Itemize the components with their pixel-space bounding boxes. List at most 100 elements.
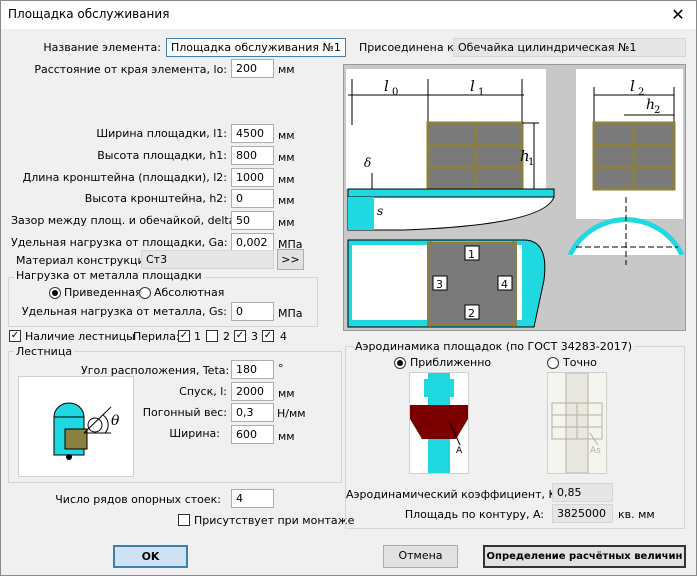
attached-label: Присоединена к: (359, 41, 458, 54)
exact-radio[interactable] (547, 357, 559, 369)
gs-unit: МПа (278, 307, 303, 320)
platform-diagram: l 0 l 1 h 1 δ s 1 2 3 4 l 2 h 2 (343, 64, 686, 331)
exact-preview: As (547, 372, 607, 474)
param-input[interactable]: 1000 (231, 168, 274, 187)
weight-label: Погонный вес: (142, 406, 227, 419)
l0-text: l (384, 77, 389, 95)
railing-1-label: 1 (194, 330, 201, 343)
approx-preview-drawing: A (410, 373, 468, 473)
param-input[interactable]: 0 (231, 189, 274, 208)
attached-field: Обечайка цилиндрическая №1 (453, 38, 686, 57)
railing-3-checkbox[interactable]: ✓ (234, 330, 246, 342)
title-bar: Площадка обслуживания ✕ (1, 1, 696, 29)
param-label: Удельная нагрузка от площадки, Ga: (11, 236, 228, 249)
ladder-preview: θ (18, 376, 134, 477)
angle-unit: ° (278, 362, 284, 375)
angle-input[interactable]: 180 (231, 360, 274, 379)
distance-unit: мм (278, 63, 295, 76)
cancel-button[interactable]: Отмена (383, 545, 458, 568)
railing-4-checkbox[interactable]: ✓ (262, 330, 274, 342)
railing-1-checkbox[interactable]: ✓ (178, 330, 190, 342)
param-input[interactable]: 50 (231, 211, 274, 230)
n3-text: 3 (436, 278, 443, 291)
param-label: Ширина площадки, l1: (96, 127, 227, 140)
param-input[interactable]: 800 (231, 146, 274, 165)
approx-a-label: A (456, 446, 463, 456)
material-label: Материал конструкций: (16, 254, 156, 267)
exact-label: Точно (563, 356, 597, 369)
param-label: Высота кронштейна, h2: (84, 192, 227, 205)
area-unit: кв. мм (618, 508, 655, 521)
param-unit: мм (278, 129, 295, 142)
exact-as-label: As (590, 446, 601, 456)
window-title: Площадка обслуживания (8, 7, 170, 21)
calc-values-button[interactable]: Определение расчётных величин (483, 545, 686, 568)
ladder-group-title: Лестница (14, 345, 75, 358)
param-label: Длина кронштейна (площадки), l2: (22, 171, 227, 184)
h1-sub: 1 (528, 157, 534, 168)
param-unit: мм (278, 151, 295, 164)
param-unit: мм (278, 216, 295, 229)
close-icon[interactable]: ✕ (663, 3, 693, 27)
param-label: Высота площадки, h1: (97, 149, 227, 162)
reduced-label: Приведенная (64, 286, 142, 299)
n4-text: 4 (501, 278, 508, 291)
absolute-radio[interactable] (139, 287, 151, 299)
param-unit: мм (278, 173, 295, 186)
area-label: Площадь по контуру, A: (404, 508, 544, 521)
ladder-preview-drawing: θ (53, 402, 120, 460)
param-unit: мм (278, 194, 295, 207)
material-select-button[interactable]: >> (277, 249, 304, 270)
support-rows-label: Число рядов опорных стоек: (55, 493, 221, 506)
mount-checkbox[interactable] (178, 514, 190, 526)
h2-sub: 2 (654, 105, 660, 116)
railing-2-label: 2 (223, 330, 230, 343)
railing-4-label: 4 (280, 330, 287, 343)
n2-text: 2 (468, 307, 475, 320)
distance-label: Расстояние от края элемента, lo: (34, 63, 227, 76)
railing-2-checkbox[interactable] (206, 330, 218, 342)
width-input[interactable]: 600 (231, 425, 274, 444)
element-name-input[interactable]: Площадка обслуживания №1 (166, 38, 346, 57)
descent-label: Спуск, l: (179, 385, 227, 398)
s-text: s (377, 204, 383, 218)
descent-unit: мм (278, 387, 295, 400)
platform-diagram-drawing: l 0 l 1 h 1 δ s 1 2 3 4 l 2 h 2 (344, 65, 685, 330)
l2-text: l (630, 77, 635, 95)
absolute-label: Абсолютная (154, 286, 225, 299)
l2-sub: 2 (638, 87, 644, 98)
l1-text: l (470, 77, 475, 95)
element-name-label: Название элемента: (43, 41, 161, 54)
weight-unit: Н/мм (277, 407, 306, 420)
reduced-radio[interactable] (49, 287, 61, 299)
k-field: 0,85 (552, 483, 613, 502)
railing-3-label: 3 (251, 330, 258, 343)
metal-load-title: Нагрузка от металла площадки (14, 269, 204, 282)
gs-label: Удельная нагрузка от металла, Gs: (21, 305, 227, 318)
k-label: Аэродинамический коэффициент, K: (346, 488, 560, 501)
aero-group (345, 346, 685, 529)
dialog-window: Площадка обслуживания ✕ Название элемент… (0, 0, 697, 576)
approx-radio[interactable] (394, 357, 406, 369)
approx-preview: A (409, 372, 469, 474)
material-field: Ст3 (141, 250, 274, 269)
weight-input[interactable]: 0,3 (231, 403, 274, 422)
ok-button[interactable]: OK (113, 545, 188, 568)
l0-sub: 0 (392, 87, 398, 98)
theta-text: θ (111, 413, 120, 429)
ladder-present-label: Наличие лестницы (25, 330, 135, 343)
descent-input[interactable]: 2000 (231, 382, 274, 401)
aero-title: Аэродинамика площадок (по ГОСТ 34283-201… (353, 340, 635, 353)
ladder-present-checkbox[interactable]: ✓ (9, 330, 21, 342)
approx-label: Приближенно (410, 356, 492, 369)
exact-preview-drawing: As (551, 372, 603, 474)
l1-sub: 1 (478, 87, 484, 98)
angle-label: Угол расположения, Teta: (81, 364, 230, 377)
distance-input[interactable]: 200 (231, 59, 274, 78)
delta-text: δ (364, 156, 371, 170)
param-input[interactable]: 4500 (231, 124, 274, 143)
width-label: Ширина: (169, 427, 220, 440)
gs-input[interactable]: 0 (231, 302, 274, 321)
mount-label: Присутствует при монтаже (194, 514, 355, 527)
support-rows-input[interactable]: 4 (231, 489, 274, 508)
